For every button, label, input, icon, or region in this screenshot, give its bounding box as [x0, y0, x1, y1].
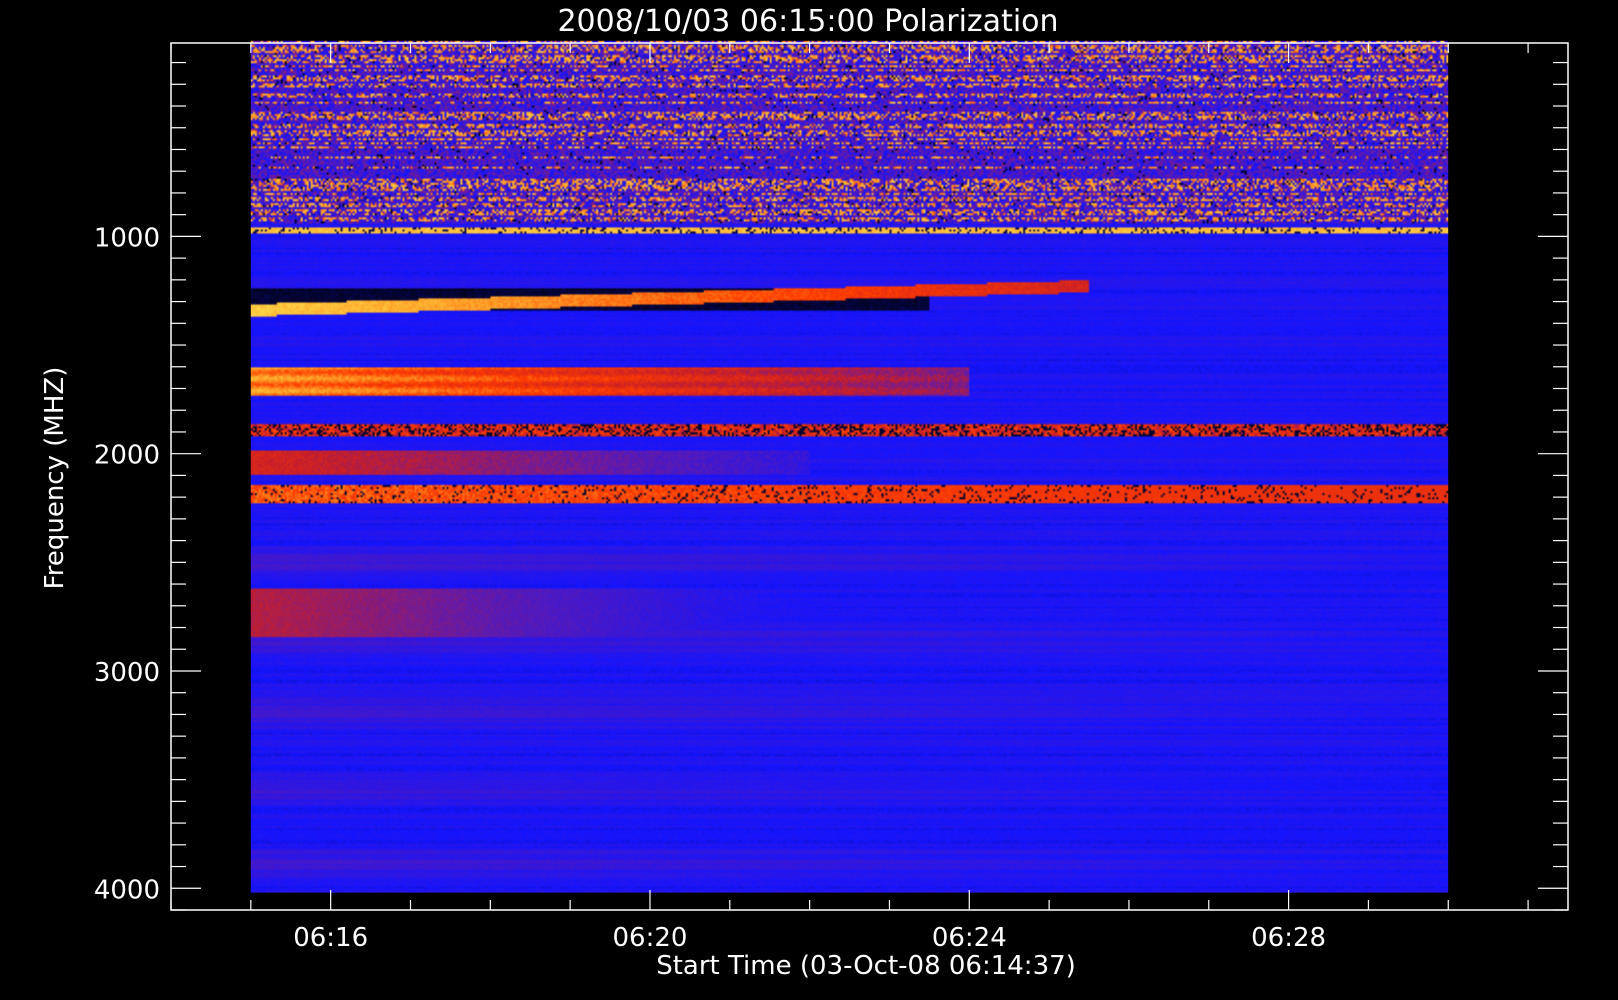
- spectrogram-figure: 2008/10/03 06:15:00 Polarization 06:16 06…: [0, 0, 1618, 1000]
- y-tick-label: 2000: [94, 441, 160, 471]
- x-axis-label: Start Time (03-Oct-08 06:14:37): [656, 951, 1076, 981]
- x-tick-label: 06:24: [932, 923, 1007, 953]
- heatmap-area: [250, 40, 1449, 893]
- y-tick-label: 1000: [94, 223, 160, 253]
- y-tick-label: 3000: [94, 658, 160, 688]
- y-axis-label: Frequency (MHZ): [40, 367, 70, 590]
- x-tick-label: 06:16: [293, 923, 368, 953]
- x-tick-label: 06:20: [613, 923, 688, 953]
- y-tick-label: 4000: [94, 875, 160, 905]
- x-tick-label: 06:28: [1251, 923, 1326, 953]
- heatmap-image: [250, 40, 1449, 893]
- chart-title: 2008/10/03 06:15:00 Polarization: [557, 4, 1058, 39]
